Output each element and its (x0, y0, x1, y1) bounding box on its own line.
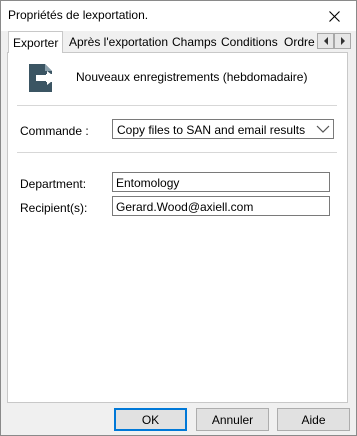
tab-champs[interactable]: Champs (168, 33, 221, 51)
title-bar: Propriétés de lexportation. (1, 1, 356, 31)
divider (17, 105, 337, 106)
tab-scroll-right-button[interactable] (334, 33, 351, 49)
tab-label: Après l'exportation (69, 35, 169, 49)
divider (17, 152, 337, 153)
command-select-value: Copy files to SAN and email results (117, 123, 306, 137)
arrow-right-icon (340, 37, 345, 45)
tab-label: Conditions (221, 35, 278, 49)
export-definition-name: Nouveaux enregistrements (hebdomadaire) (76, 70, 308, 84)
tab-scroll-left-button[interactable] (317, 33, 334, 49)
export-properties-dialog: Propriétés de lexportation. Exporter Apr… (0, 0, 357, 436)
help-button[interactable]: Aide (277, 408, 350, 431)
tab-exporter[interactable]: Exporter (8, 31, 64, 53)
window-title: Propriétés de lexportation. (8, 8, 149, 22)
help-button-label: Aide (301, 412, 326, 427)
ok-button-label: OK (141, 412, 160, 427)
command-select[interactable]: Copy files to SAN and email results (112, 119, 334, 139)
parameter-label-recipients: Recipient(s): (20, 201, 88, 215)
parameter-label-department: Department: (20, 177, 87, 191)
tab-label: Champs (172, 35, 217, 49)
tab-panel-exporter: Nouveaux enregistrements (hebdomadaire) … (7, 52, 348, 403)
recipients-field[interactable]: Gerard.Wood@axiell.com (112, 196, 330, 216)
cancel-button[interactable]: Annuler (196, 408, 269, 431)
tab-apres-exportation[interactable]: Après l'exportation (65, 33, 172, 51)
recipients-field-value: Gerard.Wood@axiell.com (116, 200, 254, 214)
chevron-down-icon (316, 125, 330, 133)
close-button[interactable] (312, 1, 356, 31)
cancel-button-label: Annuler (211, 412, 254, 427)
command-label: Commande : (20, 124, 89, 138)
tab-conditions[interactable]: Conditions (217, 33, 282, 51)
tab-label: Exporter (13, 36, 59, 50)
close-icon (328, 10, 340, 22)
arrow-left-icon (323, 37, 328, 45)
ok-button[interactable]: OK (114, 408, 187, 431)
tab-strip: Exporter Après l'exportation Champs Cond… (1, 31, 356, 53)
department-field[interactable]: Entomology (112, 172, 330, 192)
department-field-value: Entomology (116, 176, 180, 190)
export-icon (29, 64, 56, 92)
